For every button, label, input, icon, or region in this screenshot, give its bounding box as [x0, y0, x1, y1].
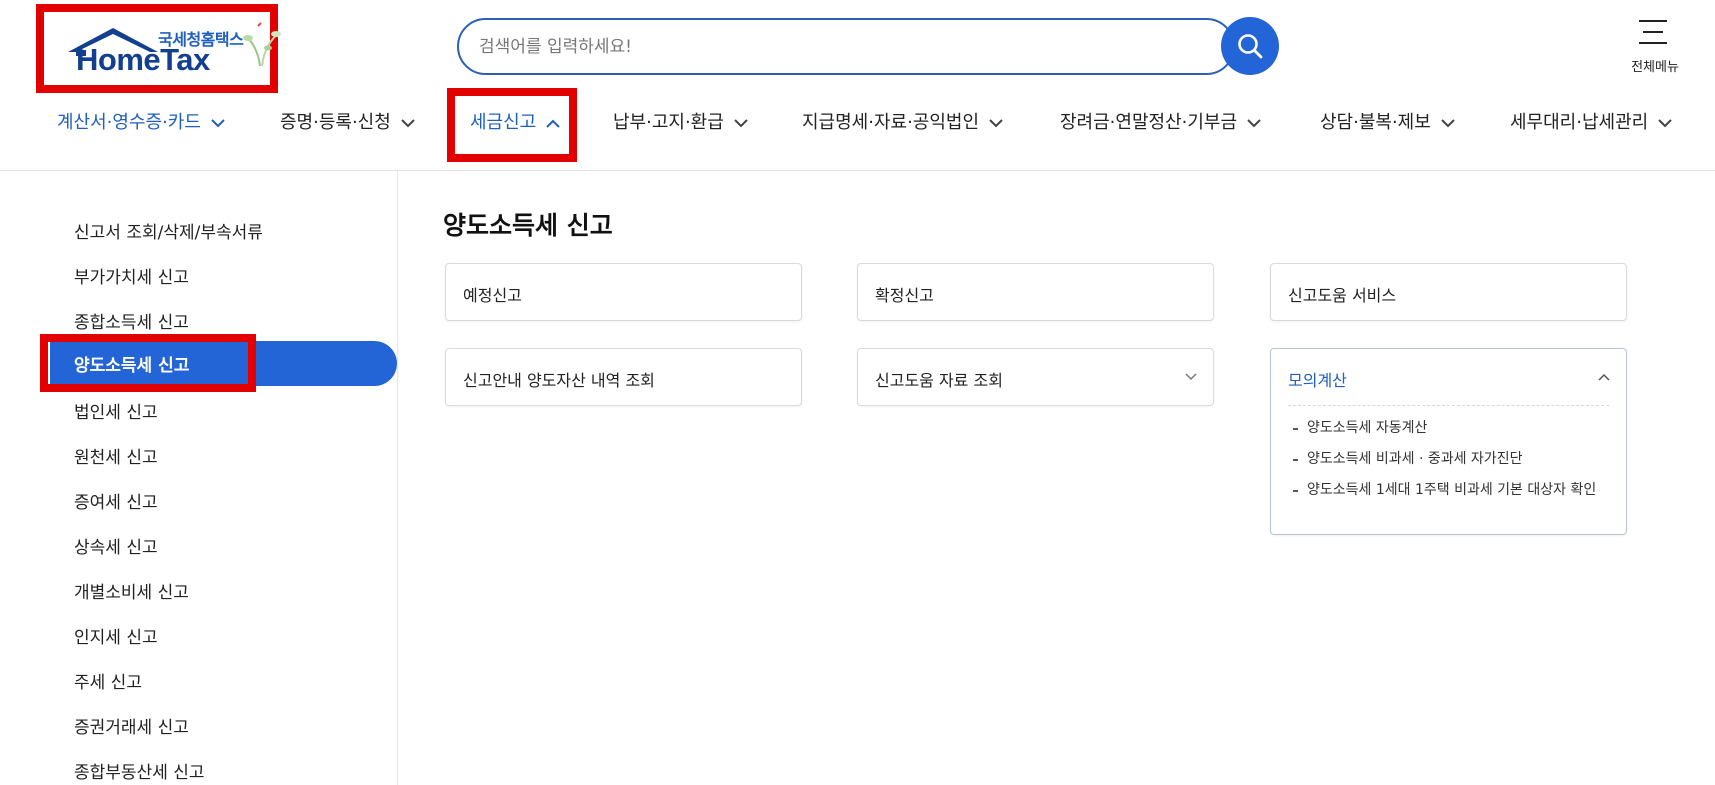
sidebar-item-stamp-tax[interactable]: 인지세 신고	[74, 623, 158, 648]
logo-mark: 국세청홈택스 HomeTax	[60, 16, 260, 86]
chevron-down-icon	[989, 118, 1003, 127]
gnb-payment-statement[interactable]: 지급명세·자료·공익법인	[802, 108, 1003, 138]
gnb-consult-appeal[interactable]: 상담·불복·제보	[1320, 108, 1455, 138]
card-label: 신고도움 자료 조회	[875, 371, 1003, 390]
chevron-down-icon	[1185, 373, 1197, 381]
chevron-down-icon	[1441, 118, 1455, 127]
card-label: 확정신고	[875, 286, 934, 305]
card-filing-help-service[interactable]: 신고도움 서비스	[1270, 263, 1627, 321]
highlight-box-tax-filing	[447, 88, 577, 162]
card-mock-calculation[interactable]: 모의계산 양도소득세 자동계산 양도소득세 비과세 · 중과세 자가진단 양도소…	[1270, 348, 1627, 535]
card-asset-history-lookup[interactable]: 신고안내 양도자산 내역 조회	[445, 348, 802, 406]
sidebar-item-withholding-tax[interactable]: 원천세 신고	[74, 443, 158, 468]
search-input[interactable]	[479, 32, 1149, 62]
sidebar-item-securities-tax[interactable]: 증권거래세 신고	[74, 713, 189, 738]
gnb-label: 세무대리·납세관리	[1510, 112, 1649, 133]
highlight-box-capital-gains	[40, 334, 256, 392]
gnb-certificate-registration[interactable]: 증명·등록·신청	[280, 108, 415, 138]
gnb-label: 계산서·영수증·카드	[57, 112, 201, 133]
gnb-incentive-yearend[interactable]: 장려금·연말정산·기부금	[1060, 108, 1261, 138]
card-label: 신고안내 양도자산 내역 조회	[463, 371, 655, 390]
sub-link-auto-calc[interactable]: 양도소득세 자동계산	[1291, 418, 1601, 439]
logo-english-text: HomeTax	[76, 42, 210, 77]
gnb-invoice-receipt-card[interactable]: 계산서·영수증·카드	[57, 108, 225, 138]
leaf-decoration-icon	[243, 22, 281, 67]
header: 국세청홈택스 HomeTax 전체메뉴 계산서·영수증·카드 증명·등록·신청 …	[0, 0, 1715, 171]
chevron-down-icon	[1247, 118, 1261, 127]
search-icon	[1238, 34, 1263, 59]
gnb-label: 장려금·연말정산·기부금	[1060, 112, 1238, 133]
gnb-payment-refund[interactable]: 납부·고지·환급	[613, 108, 748, 138]
divider	[1288, 405, 1609, 406]
chevron-down-icon	[211, 118, 225, 127]
gnb-tax-agent[interactable]: 세무대리·납세관리	[1510, 108, 1672, 138]
sidebar-item-return-lookup[interactable]: 신고서 조회/삭제/부속서류	[74, 218, 263, 243]
card-help-data-lookup[interactable]: 신고도움 자료 조회	[857, 348, 1214, 406]
card-label: 모의계산	[1288, 371, 1347, 390]
gnb-label: 상담·불복·제보	[1320, 112, 1431, 133]
search-box	[457, 18, 1235, 75]
sub-link-self-diagnosis[interactable]: 양도소득세 비과세 · 중과세 자가진단	[1291, 449, 1601, 470]
all-menu-button[interactable]: 전체메뉴	[1615, 18, 1695, 78]
chevron-down-icon	[734, 118, 748, 127]
sidebar-item-excise-tax[interactable]: 개별소비세 신고	[74, 578, 189, 603]
sidebar-item-gift-tax[interactable]: 증여세 신고	[74, 488, 158, 513]
chevron-down-icon	[1658, 118, 1672, 127]
gnb-label: 증명·등록·신청	[280, 112, 391, 133]
sidebar	[0, 171, 398, 785]
sidebar-item-liquor-tax[interactable]: 주세 신고	[74, 668, 142, 693]
hamburger-icon	[1639, 20, 1667, 53]
gnb-label: 납부·고지·환급	[613, 112, 724, 133]
page-title: 양도소득세 신고	[443, 211, 613, 240]
card-final-filing[interactable]: 확정신고	[857, 263, 1214, 321]
card-preliminary-filing[interactable]: 예정신고	[445, 263, 802, 321]
sidebar-item-income-tax[interactable]: 종합소득세 신고	[74, 308, 189, 333]
card-label: 신고도움 서비스	[1288, 286, 1397, 305]
sub-link-one-house-exemption[interactable]: 양도소득세 1세대 1주택 비과세 기본 대상자 확인	[1291, 480, 1601, 501]
card-label: 예정신고	[463, 286, 522, 305]
all-menu-label: 전체메뉴	[1631, 60, 1679, 75]
chevron-up-icon	[1598, 373, 1610, 381]
chevron-down-icon	[401, 118, 415, 127]
sidebar-item-corporate-tax[interactable]: 법인세 신고	[74, 398, 158, 423]
sidebar-item-vat[interactable]: 부가가치세 신고	[74, 263, 189, 288]
search-button[interactable]	[1221, 17, 1279, 75]
sidebar-item-property-tax[interactable]: 종합부동산세 신고	[74, 758, 205, 783]
sidebar-item-inheritance-tax[interactable]: 상속세 신고	[74, 533, 158, 558]
gnb-label: 지급명세·자료·공익법인	[802, 112, 980, 133]
